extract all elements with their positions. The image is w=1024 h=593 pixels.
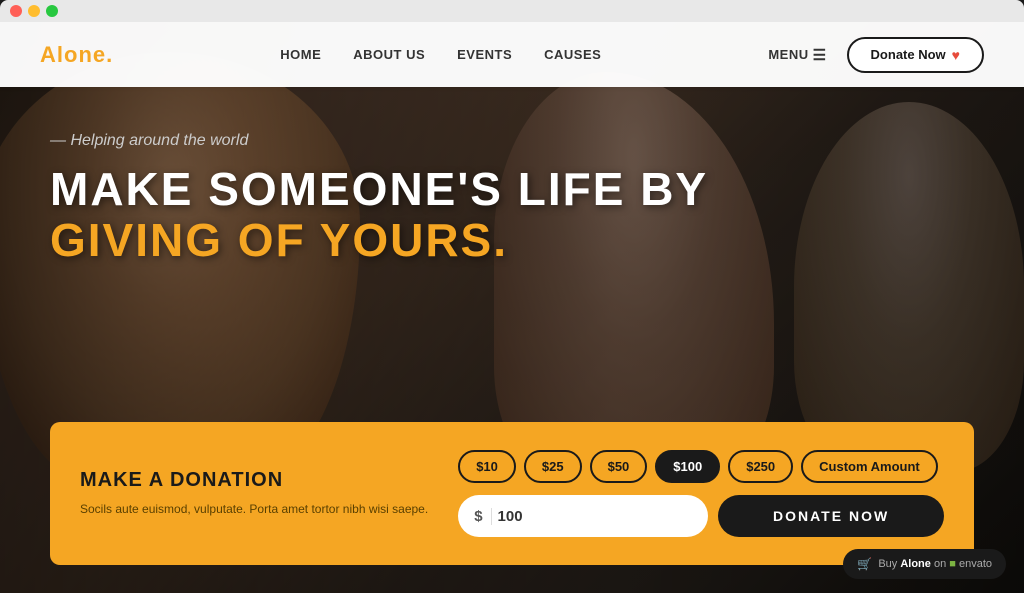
donation-title: MAKE A DONATION (80, 469, 428, 492)
amount-250-button[interactable]: $250 (728, 450, 793, 483)
hero-title-white: MAKE SOMEONE'S LIFE BY (50, 164, 708, 215)
amount-10-button[interactable]: $10 (458, 450, 516, 483)
hero-section: Alone. HOME ABOUT US EVENTS CAUSES MENU … (0, 22, 1024, 593)
nav-right: MENU ☰ Donate Now ♥ (768, 37, 984, 73)
window-chrome (0, 0, 1024, 22)
close-dot[interactable] (10, 5, 22, 17)
menu-button[interactable]: MENU ☰ (768, 46, 826, 64)
donation-left: MAKE A DONATION Socils aute euismod, vul… (80, 469, 428, 518)
dollar-sign: $ (474, 508, 491, 525)
donate-now-button[interactable]: DONATE NOW (718, 495, 944, 537)
maximize-dot[interactable] (46, 5, 58, 17)
envato-text: Buy Alone on ■ envato (878, 558, 992, 570)
amount-25-button[interactable]: $25 (524, 450, 582, 483)
amount-buttons: $10 $25 $50 $100 $250 Custom Amount (458, 450, 944, 483)
envato-badge[interactable]: 🛒 Buy Alone on ■ envato (843, 549, 1006, 579)
navbar-donate-button[interactable]: Donate Now ♥ (847, 37, 984, 73)
heart-icon: ♥ (952, 47, 960, 63)
donation-description: Socils aute euismod, vulputate. Porta am… (80, 500, 428, 518)
cart-icon: 🛒 (857, 557, 872, 571)
hamburger-icon: ☰ (813, 46, 827, 64)
donation-right: $10 $25 $50 $100 $250 Custom Amount $ DO… (458, 450, 944, 537)
amount-input[interactable] (498, 508, 693, 525)
logo[interactable]: Alone. (40, 42, 113, 68)
navbar: Alone. HOME ABOUT US EVENTS CAUSES MENU … (0, 22, 1024, 87)
nav-home[interactable]: HOME (280, 47, 321, 62)
amount-100-button[interactable]: $100 (655, 450, 720, 483)
amount-50-button[interactable]: $50 (590, 450, 648, 483)
minimize-dot[interactable] (28, 5, 40, 17)
nav-causes[interactable]: CAUSES (544, 47, 601, 62)
donation-panel: MAKE A DONATION Socils aute euismod, vul… (50, 422, 974, 565)
nav-events[interactable]: EVENTS (457, 47, 512, 62)
nav-about[interactable]: ABOUT US (353, 47, 425, 62)
hero-tagline: — Helping around the world (50, 132, 708, 150)
dollar-input-wrap: $ (458, 495, 708, 537)
amount-custom-button[interactable]: Custom Amount (801, 450, 938, 483)
input-row: $ DONATE NOW (458, 495, 944, 537)
page-wrapper: Alone. HOME ABOUT US EVENTS CAUSES MENU … (0, 22, 1024, 593)
nav-links: HOME ABOUT US EVENTS CAUSES (280, 46, 601, 64)
hero-title-gold: GIVING OF YOURS. (50, 215, 708, 266)
hero-content: — Helping around the world MAKE SOMEONE'… (50, 132, 708, 265)
